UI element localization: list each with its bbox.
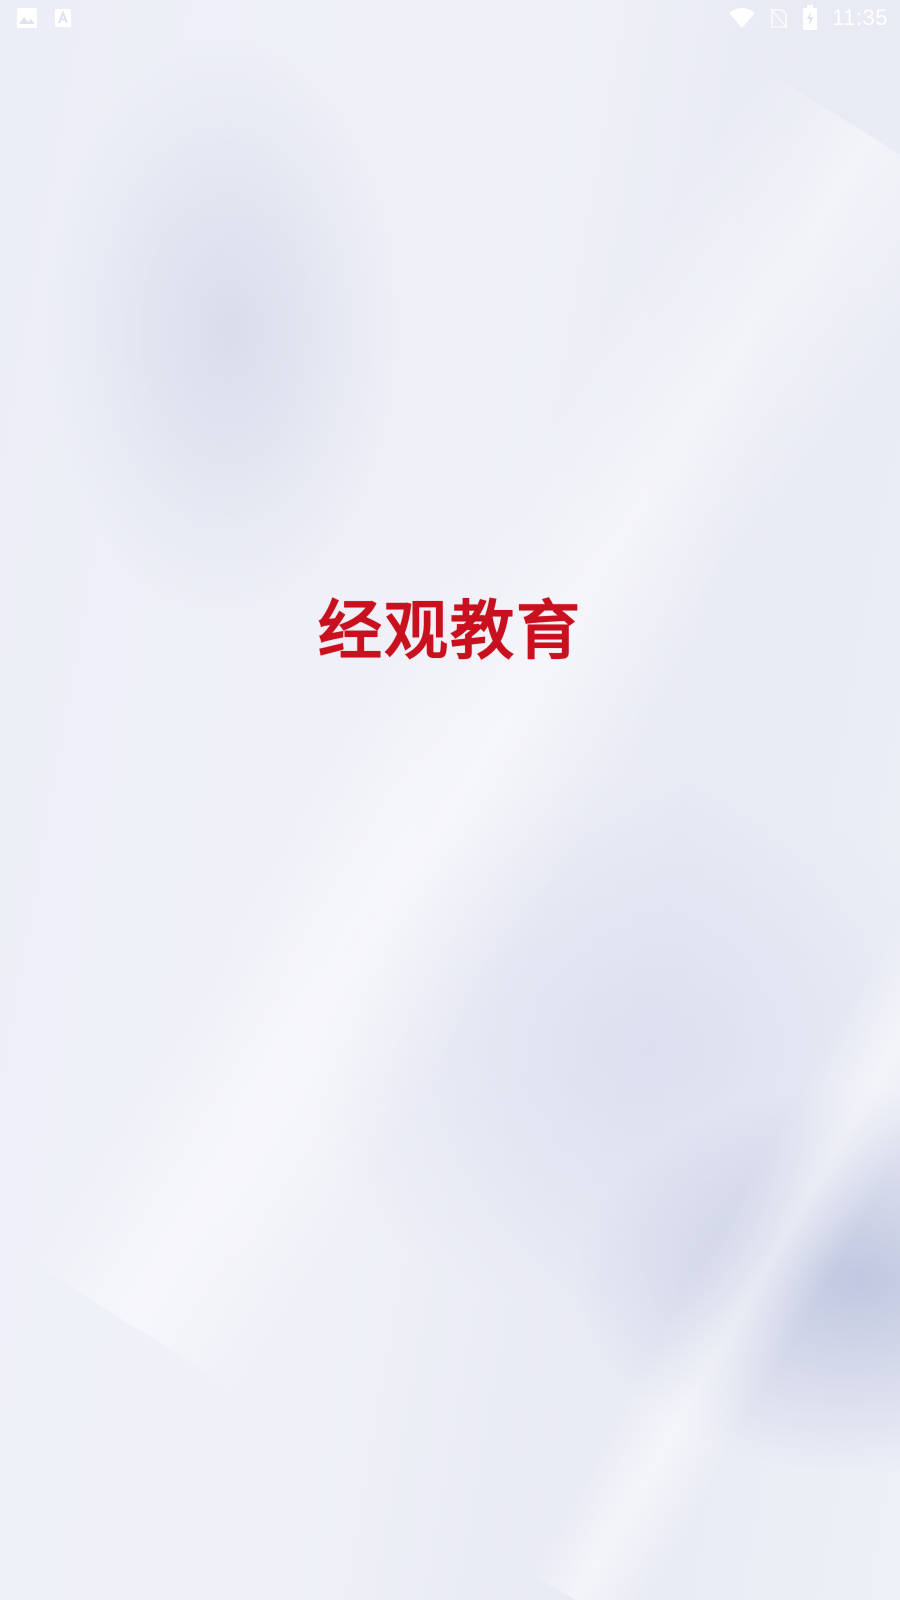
no-sim-icon	[770, 7, 788, 29]
status-bar: 11:35	[0, 0, 900, 36]
battery-charging-icon	[802, 5, 818, 31]
status-time: 11:35	[832, 5, 888, 30]
brand-logo: 经观教育	[0, 592, 900, 672]
keyboard-a-icon	[54, 8, 72, 28]
image-icon	[16, 7, 38, 29]
background-sheen-secondary	[523, 790, 900, 1600]
background-sheen	[18, 67, 900, 1393]
splash-screen: 11:35 经观教育	[0, 0, 900, 1600]
wifi-icon	[728, 7, 756, 29]
status-left-icons	[16, 7, 72, 29]
status-right-icons: 11:35	[728, 5, 888, 31]
app-title: 经观教育	[318, 594, 582, 669]
